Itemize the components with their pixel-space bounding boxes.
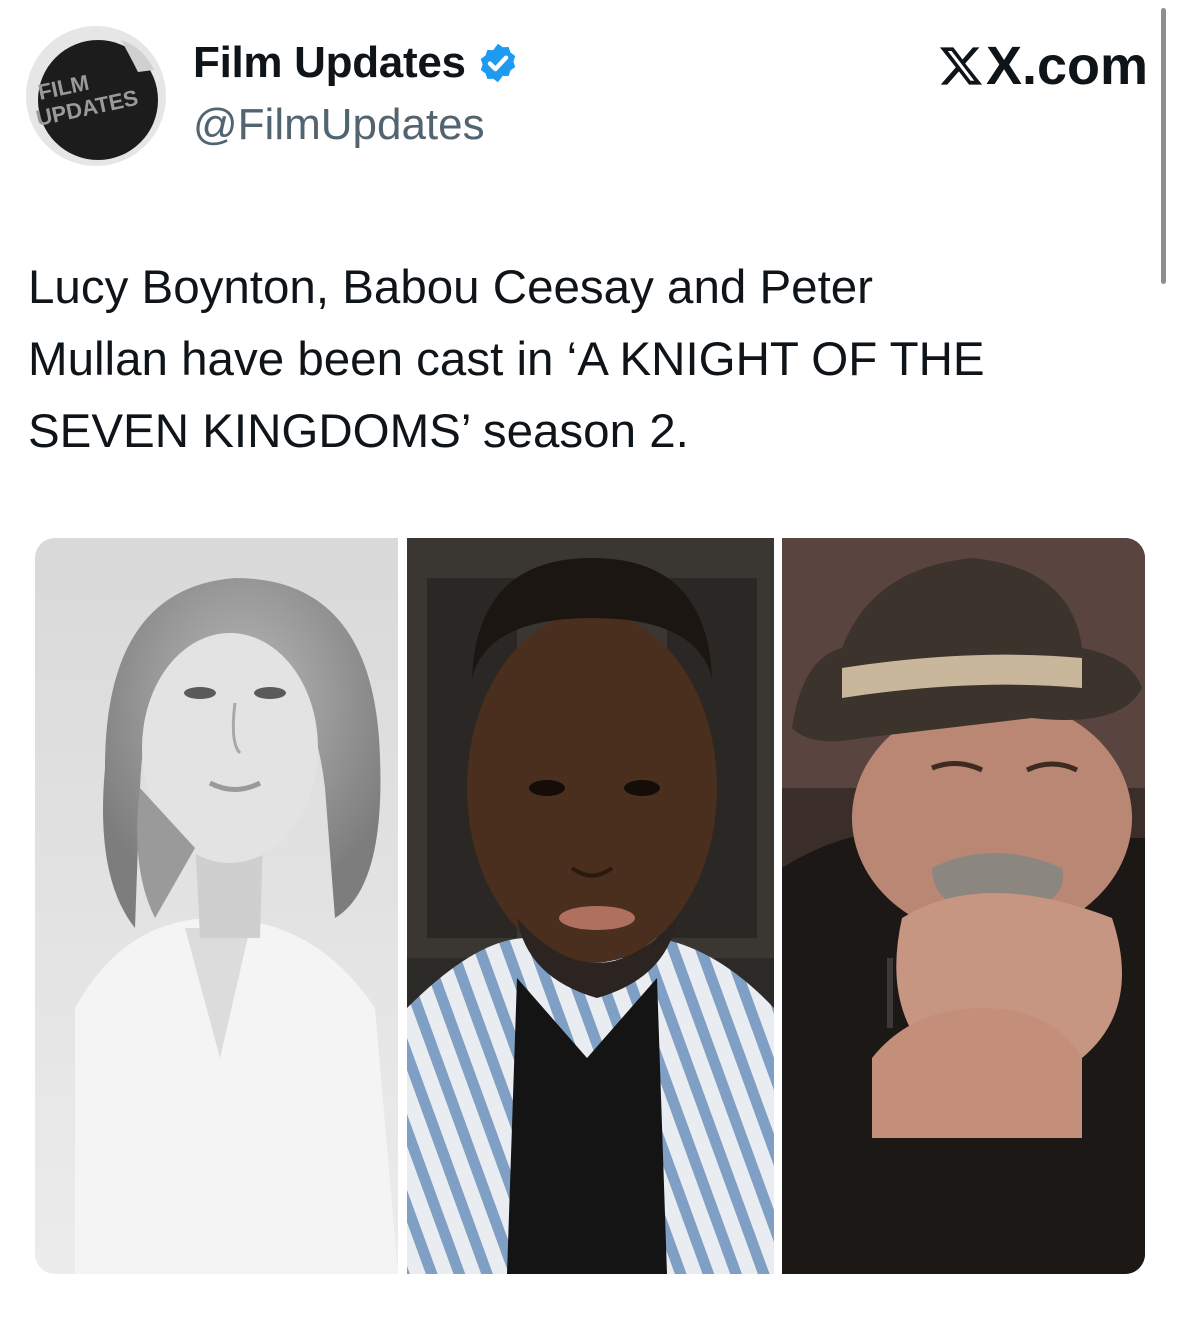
photo-peter-mullan[interactable] [782, 538, 1145, 1274]
x-logo-icon [939, 47, 983, 85]
photo-babou-ceesay[interactable] [407, 538, 774, 1274]
site-label: X.com [938, 36, 1148, 96]
photo-lucy-boynton[interactable] [35, 538, 398, 1274]
film-updates-logo: FILM UPDATES [26, 26, 166, 166]
scrollbar[interactable] [1161, 8, 1166, 284]
handle[interactable]: @FilmUpdates [193, 100, 485, 150]
display-name[interactable]: Film Updates [193, 38, 520, 88]
display-name-text: Film Updates [193, 38, 466, 87]
media-grid [35, 538, 1145, 1274]
site-label-text: X.com [986, 36, 1149, 96]
tweet-text: Lucy Boynton, Babou Ceesay and Peter Mul… [28, 261, 985, 458]
avatar[interactable]: FILM UPDATES [26, 26, 166, 166]
verified-badge-icon [480, 43, 515, 83]
